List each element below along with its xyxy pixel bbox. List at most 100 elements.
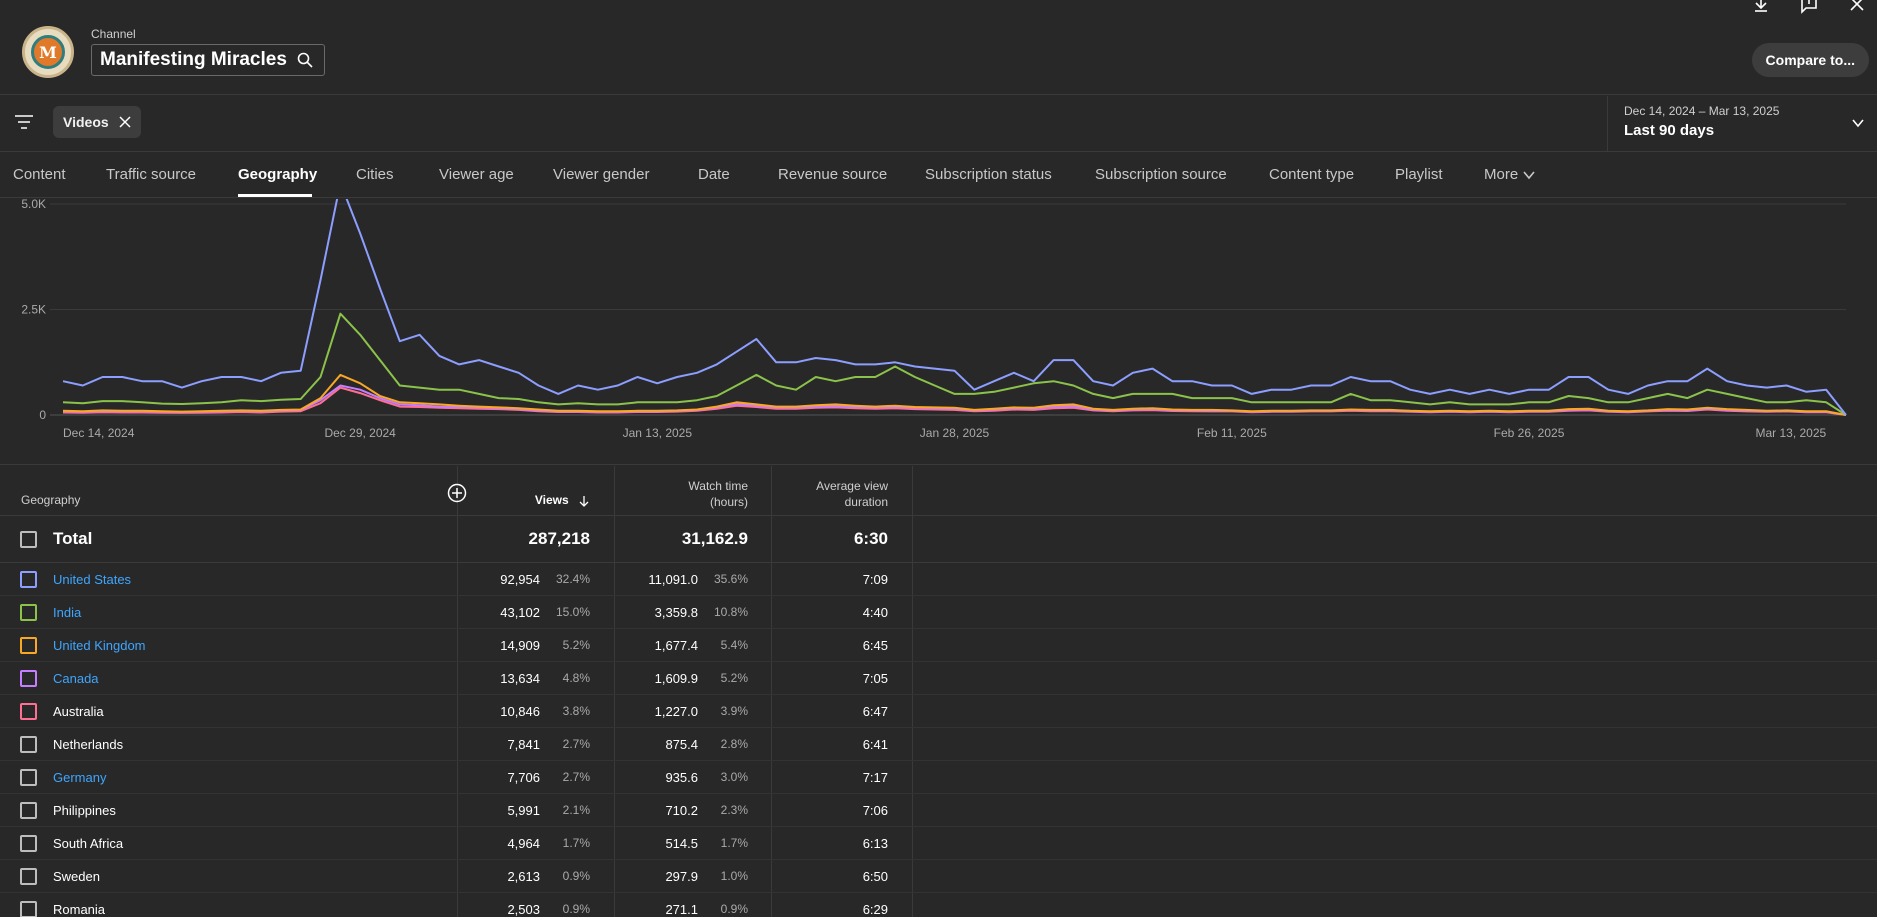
country-name[interactable]: United States — [53, 572, 131, 587]
views-percent: 0.9% — [562, 869, 590, 883]
table-row: United Kingdom 14,909 5.2% 1,677.4 5.4% 6:45 — [0, 629, 1877, 662]
filter-icon[interactable] — [14, 114, 34, 130]
views-value: 2,613 — [507, 869, 540, 884]
total-views: 287,218 — [528, 529, 590, 548]
views-value: 14,909 — [500, 638, 540, 653]
table-row: Australia 10,846 3.8% 1,227.0 3.9% 6:47 — [0, 695, 1877, 728]
download-icon[interactable] — [1751, 0, 1771, 14]
tab-subscription-source[interactable]: Subscription source — [1095, 166, 1227, 183]
watch-time-value: 271.1 — [665, 902, 698, 917]
tab-more-label: More — [1484, 166, 1519, 183]
compare-button[interactable]: Compare to... — [1751, 43, 1869, 77]
x-tick-label: Feb 11, 2025 — [1197, 426, 1267, 440]
row-checkbox[interactable] — [20, 868, 37, 885]
tab-viewer-age[interactable]: Viewer age — [439, 166, 514, 183]
tab-content-type[interactable]: Content type — [1269, 166, 1354, 183]
top-actions — [1751, 0, 1877, 14]
row-checkbox[interactable] — [20, 835, 37, 852]
avg-view-duration-value: 4:40 — [862, 605, 888, 620]
chevron-down-icon — [1852, 119, 1864, 128]
country-name: Netherlands — [53, 737, 124, 752]
total-row: Total 287,218 31,162.9 6:30 — [0, 516, 1877, 563]
country-name[interactable]: Germany — [53, 770, 106, 785]
tab-cities[interactable]: Cities — [356, 166, 394, 183]
date-range-selector[interactable]: Dec 14, 2024 – Mar 13, 2025 Last 90 days — [1607, 96, 1877, 152]
search-icon[interactable] — [297, 52, 313, 68]
tab-geography[interactable]: Geography — [238, 166, 317, 183]
views-value: 5,991 — [507, 803, 540, 818]
total-checkbox[interactable] — [20, 531, 37, 548]
channel-selector[interactable]: Manifesting Miracles — [91, 44, 325, 76]
tab-revenue-source[interactable]: Revenue source — [778, 166, 887, 183]
country-name: Sweden — [53, 869, 100, 884]
date-range-label: Last 90 days — [1624, 122, 1715, 139]
close-icon[interactable] — [1847, 0, 1867, 14]
tab-viewer-gender[interactable]: Viewer gender — [553, 166, 649, 183]
feedback-icon[interactable] — [1799, 0, 1819, 14]
row-checkbox[interactable] — [20, 670, 37, 687]
channel-avatar[interactable]: M — [22, 26, 74, 78]
views-percent: 4.8% — [562, 671, 590, 685]
channel-label: Channel — [91, 27, 136, 41]
table-row: Sweden 2,613 0.9% 297.9 1.0% 6:50 — [0, 860, 1877, 893]
tab-traffic-source[interactable]: Traffic source — [106, 166, 196, 183]
views-percent: 1.7% — [562, 836, 590, 850]
row-checkbox[interactable] — [20, 769, 37, 786]
views-percent: 2.7% — [562, 770, 590, 784]
header-avd-line1: Average view — [816, 479, 888, 493]
avg-view-duration-value: 6:29 — [862, 902, 888, 917]
country-name[interactable]: Canada — [53, 671, 99, 686]
country-name[interactable]: India — [53, 605, 81, 620]
watch-time-value: 514.5 — [665, 836, 698, 851]
header-watch-time-line2: (hours) — [709, 495, 748, 509]
tab-playlist[interactable]: Playlist — [1395, 166, 1443, 183]
table-row: South Africa 4,964 1.7% 514.5 1.7% 6:13 — [0, 827, 1877, 860]
geography-table: Geography Views Watch time (hours) Avera… — [0, 466, 1877, 917]
chevron-down-icon — [1523, 171, 1535, 180]
row-checkbox[interactable] — [20, 901, 37, 917]
total-label: Total — [53, 529, 93, 548]
tab-content[interactable]: Content — [13, 166, 66, 183]
tab-date[interactable]: Date — [698, 166, 730, 183]
header: M Channel Manifesting Miracles Compare t… — [0, 0, 1877, 95]
row-checkbox[interactable] — [20, 736, 37, 753]
avg-view-duration-value: 7:09 — [862, 572, 888, 587]
dimension-tabs: Content Traffic source Geography Cities … — [0, 152, 1877, 198]
watch-time-percent: 5.4% — [720, 638, 748, 652]
table-row: United States 92,954 32.4% 11,091.0 35.6% 7:0… — [0, 563, 1877, 596]
line-chart: 5.0K 2.5K 0 Dec 14, 2024 Dec 29, 2024 Jan 13,… — [0, 199, 1877, 465]
header-watch-time[interactable]: Watch time (hours) — [620, 478, 748, 510]
tab-subscription-status[interactable]: Subscription status — [925, 166, 1052, 183]
row-checkbox[interactable] — [20, 571, 37, 588]
sort-arrow-down-icon — [579, 495, 589, 507]
row-checkbox[interactable] — [20, 703, 37, 720]
row-checkbox[interactable] — [20, 604, 37, 621]
watch-time-value: 710.2 — [665, 803, 698, 818]
filter-chip-videos[interactable]: Videos — [53, 106, 141, 138]
channel-name: Manifesting Miracles — [100, 49, 287, 70]
header-avg-view-duration[interactable]: Average view duration — [778, 478, 888, 510]
series-line-india[interactable] — [62, 312, 1847, 416]
row-checkbox[interactable] — [20, 637, 37, 654]
tab-more[interactable]: More — [1484, 166, 1535, 183]
watch-time-percent: 5.2% — [720, 671, 748, 685]
x-tick-label: Dec 14, 2024 — [63, 426, 135, 440]
watch-time-value: 875.4 — [665, 737, 698, 752]
avg-view-duration-value: 6:50 — [862, 869, 888, 884]
table-row: Philippines 5,991 2.1% 710.2 2.3% 7:06 — [0, 794, 1877, 827]
close-icon[interactable] — [119, 116, 131, 128]
watch-time-percent: 3.0% — [720, 770, 748, 784]
total-watch-time: 31,162.9 — [681, 529, 748, 548]
series-line-united-states[interactable] — [62, 199, 1847, 416]
watch-time-value: 3,359.8 — [654, 605, 698, 620]
row-checkbox[interactable] — [20, 802, 37, 819]
watch-time-percent: 1.7% — [720, 836, 748, 850]
country-name[interactable]: United Kingdom — [53, 638, 146, 653]
header-geography[interactable]: Geography — [21, 493, 80, 507]
watch-time-percent: 3.9% — [720, 704, 748, 718]
table-row: Romania 2,503 0.9% 271.1 0.9% 6:29 — [0, 893, 1877, 917]
add-column-icon[interactable] — [447, 483, 467, 503]
watch-time-percent: 1.0% — [720, 869, 748, 883]
header-views[interactable]: Views — [520, 493, 590, 507]
avg-view-duration-value: 7:17 — [862, 770, 888, 785]
